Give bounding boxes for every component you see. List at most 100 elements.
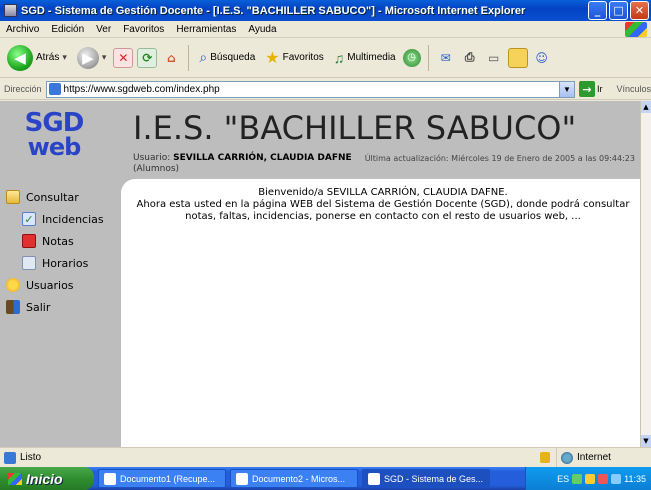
address-input[interactable]: https://www.sgdweb.com/index.php ▼	[45, 80, 575, 98]
nav-item-horarios[interactable]: Horarios	[6, 252, 104, 274]
scroll-up-icon[interactable]: ▲	[641, 101, 651, 113]
forward-dropdown-icon[interactable]: ▾	[102, 52, 107, 63]
nav-item-incidencias[interactable]: ✓ Incidencias	[6, 208, 104, 230]
nav-item-usuarios[interactable]: Usuarios	[6, 274, 104, 296]
nav-item-notas[interactable]: Notas	[6, 230, 104, 252]
search-button[interactable]: ⌕ Búsqueda	[196, 47, 258, 68]
folder-icon	[6, 190, 20, 204]
go-button[interactable]: → Ir	[578, 81, 602, 97]
nav-label: Consultar	[26, 190, 79, 204]
history-icon[interactable]: ◷	[402, 48, 421, 67]
home-icon[interactable]: ⌂	[161, 48, 181, 68]
forward-arrow-icon: ▶	[76, 46, 99, 69]
lock-icon	[540, 452, 550, 463]
refresh-icon[interactable]: ⟳	[137, 47, 158, 68]
last-update: Última actualización: Miércoles 19 de En…	[364, 154, 635, 163]
tray-volume-icon[interactable]	[611, 473, 622, 484]
print-icon[interactable]: ⎙	[460, 48, 480, 68]
status-done: Listo	[0, 451, 540, 464]
windows-logo-icon	[8, 472, 22, 485]
multimedia-button[interactable]: ♫ Multimedia	[331, 48, 399, 68]
notes-icon	[22, 234, 36, 248]
menu-ver[interactable]: Ver	[90, 24, 117, 35]
star-icon: ★	[265, 49, 280, 67]
menu-archivo[interactable]: Archivo	[0, 24, 45, 35]
word-icon	[104, 472, 116, 485]
edit-icon[interactable]: ▭	[484, 48, 504, 68]
multimedia-icon: ♫	[333, 49, 345, 66]
favorites-label: Favoritos	[282, 52, 324, 63]
user-name: SEVILLA CARRIÓN, CLAUDIA DAFNE	[173, 153, 352, 163]
start-label: Inicio	[26, 470, 63, 487]
clock: 11:35	[624, 473, 646, 484]
folder-icon[interactable]	[507, 47, 528, 68]
nav-label: Horarios	[42, 256, 89, 270]
system-tray: ES 11:35	[525, 467, 651, 490]
window-titlebar[interactable]: SGD - Sistema de Gestión Docente - [I.E.…	[0, 0, 651, 21]
sgd-web-logo: SGD web	[14, 108, 94, 159]
back-button[interactable]: ◀ Atrás ▾	[4, 43, 70, 73]
status-bar: Listo Internet	[0, 447, 651, 467]
welcome-message: Bienvenido/a SEVILLA CARRIÓN, CLAUDIA DA…	[127, 187, 639, 223]
stop-icon[interactable]: ✕	[113, 47, 134, 68]
page-title: I.E.S. "BACHILLER SABUCO"	[133, 109, 577, 147]
task-label: Documento2 - Micros...	[252, 473, 346, 484]
scroll-down-icon[interactable]: ▼	[641, 435, 651, 447]
menu-favoritos[interactable]: Favoritos	[117, 24, 170, 35]
maximize-button[interactable]: □	[609, 1, 628, 20]
tray-network-icon[interactable]	[572, 473, 583, 484]
zone-label: Internet	[577, 452, 611, 463]
status-text: Listo	[20, 452, 42, 463]
nav-item-salir[interactable]: Salir	[6, 296, 104, 318]
user-info: Última actualización: Miércoles 19 de En…	[133, 153, 635, 175]
exit-icon	[6, 300, 20, 314]
back-label: Atrás	[36, 52, 60, 63]
taskbar-item-sgd[interactable]: SGD - Sistema de Ges...	[362, 469, 490, 488]
search-icon: ⌕	[199, 49, 208, 65]
nav-label: Salir	[26, 300, 51, 314]
word-icon	[236, 472, 248, 485]
taskbar-item-documento2[interactable]: Documento2 - Micros...	[230, 469, 358, 488]
address-bar: Dirección https://www.sgdweb.com/index.p…	[0, 79, 651, 100]
address-dropdown-icon[interactable]: ▼	[558, 81, 574, 97]
toolbar-separator	[427, 44, 429, 71]
menu-edicion[interactable]: Edición	[45, 24, 90, 35]
nav-item-consultar[interactable]: Consultar	[6, 186, 104, 208]
ie-window-icon[interactable]	[4, 4, 17, 17]
address-label: Dirección	[4, 84, 42, 94]
page-content: SGD web I.E.S. "BACHILLER SABUCO" Última…	[0, 101, 640, 447]
menu-ayuda[interactable]: Ayuda	[242, 24, 282, 35]
messenger-icon[interactable]: ☺	[532, 48, 552, 68]
windows-logo-icon	[625, 22, 647, 37]
taskbar: Inicio Documento1 (Recupe... Documento2 …	[0, 467, 651, 490]
standard-toolbar: ◀ Atrás ▾ ▶ ▾ ✕ ⟳ ⌂ ⌕ Búsqueda ★ Favorit…	[0, 38, 651, 78]
user-role: (Alumnos)	[133, 164, 180, 174]
mail-icon[interactable]: ✉	[436, 48, 456, 68]
close-button[interactable]: ✕	[630, 1, 649, 20]
nav-label: Notas	[42, 234, 74, 248]
multimedia-label: Multimedia	[347, 52, 396, 63]
tray-app-icon[interactable]	[585, 473, 596, 484]
nav-label: Usuarios	[26, 278, 74, 292]
welcome-line-2: Ahora esta usted en la página WEB del Si…	[136, 199, 630, 222]
globe-icon	[561, 451, 573, 464]
address-url: https://www.sgdweb.com/index.php	[63, 83, 220, 95]
forward-button[interactable]: ▶ ▾	[74, 45, 110, 71]
main-panel: Bienvenido/a SEVILLA CARRIÓN, CLAUDIA DA…	[121, 179, 640, 447]
links-button[interactable]: Vínculos	[616, 84, 651, 94]
task-label: SGD - Sistema de Ges...	[384, 473, 484, 484]
vertical-scrollbar[interactable]: ▲ ▼	[640, 101, 651, 447]
language-indicator[interactable]: ES	[557, 474, 569, 484]
back-dropdown-icon[interactable]: ▾	[62, 52, 67, 63]
checkmark-icon: ✓	[22, 212, 36, 226]
users-icon	[6, 278, 20, 292]
start-button[interactable]: Inicio	[0, 467, 94, 490]
minimize-button[interactable]: _	[588, 1, 607, 20]
page-icon	[4, 451, 16, 464]
tray-antivirus-icon[interactable]	[598, 473, 609, 484]
logo-top: SGD	[24, 108, 85, 138]
taskbar-item-documento1[interactable]: Documento1 (Recupe...	[98, 469, 226, 488]
menu-herramientas[interactable]: Herramientas	[170, 24, 242, 35]
side-nav: Consultar ✓ Incidencias Notas Horarios U…	[6, 186, 104, 318]
favorites-button[interactable]: ★ Favoritos	[262, 46, 326, 70]
